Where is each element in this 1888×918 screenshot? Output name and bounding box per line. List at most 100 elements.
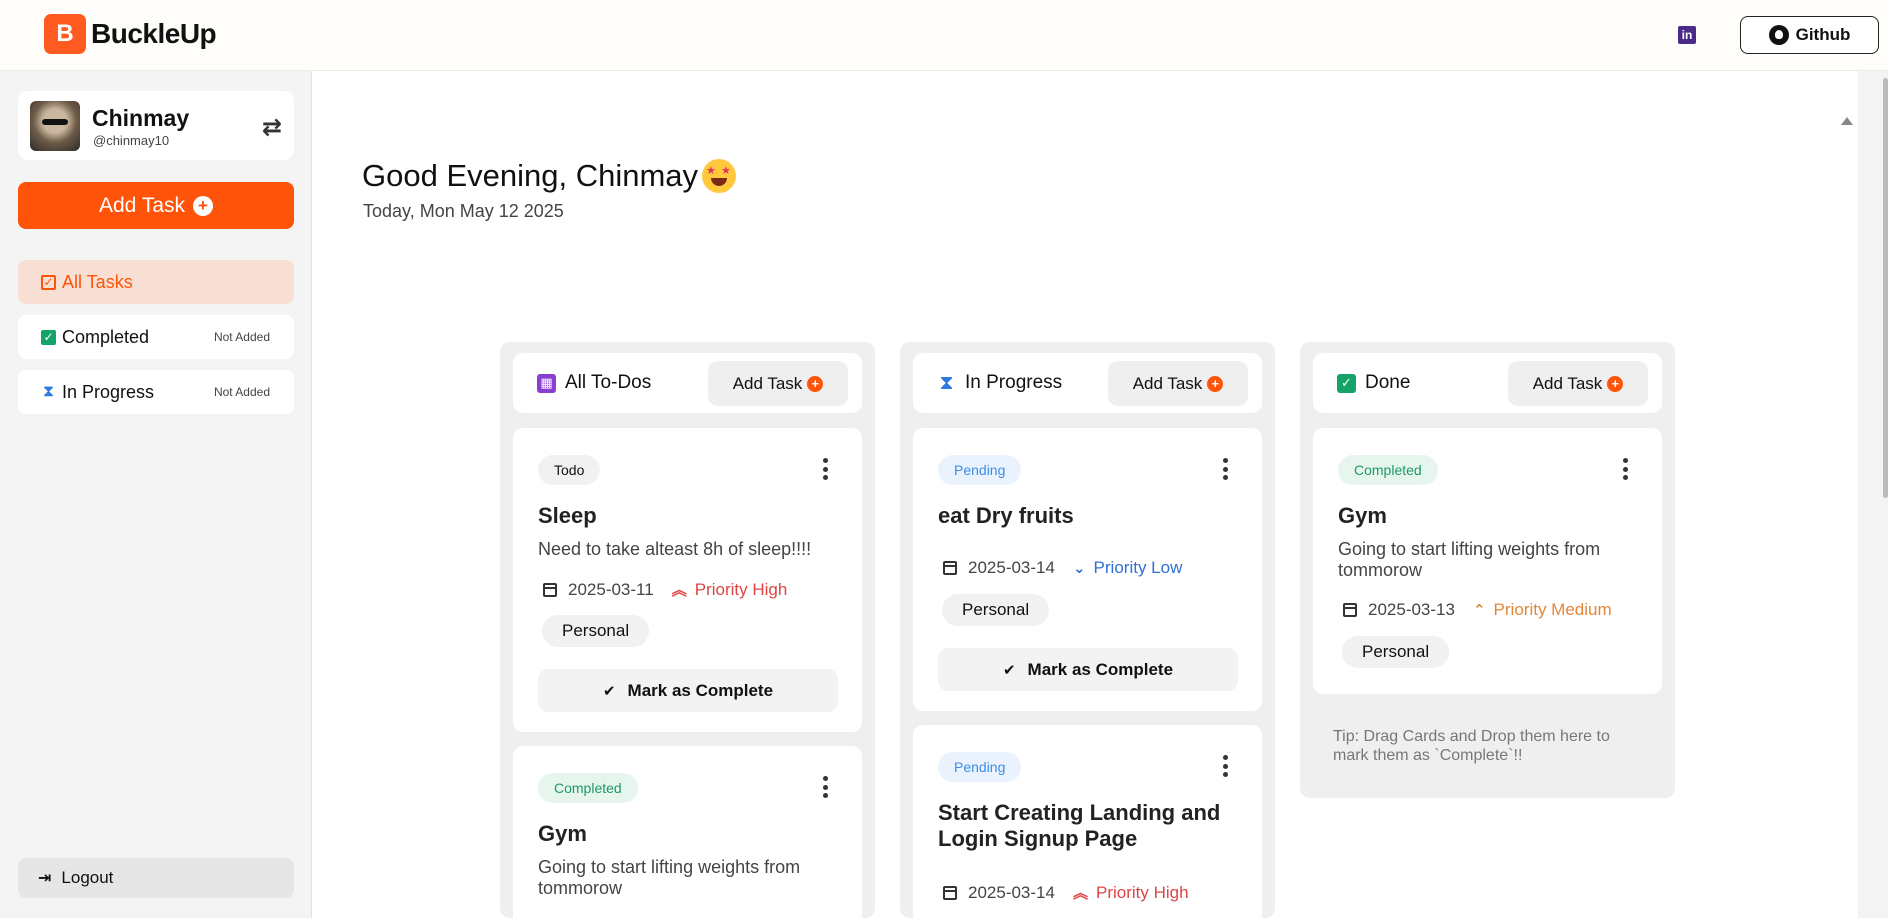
priority-indicator: ⌃ Priority Medium [1473, 600, 1612, 620]
chevron-down-icon: ⌄ [1072, 560, 1086, 577]
column-add-task-button[interactable]: Add Task + [1508, 361, 1648, 406]
github-button[interactable]: Github [1740, 16, 1879, 54]
column-title: ⧗ In Progress [937, 372, 1062, 394]
plus-circle-icon: + [1607, 375, 1624, 392]
task-card[interactable]: Completed Gym Going to start lifting wei… [1313, 428, 1662, 694]
hourglass-icon: ⧗ [939, 371, 954, 394]
mark-complete-label: Mark as Complete [627, 680, 774, 700]
sidebar: Chinmay @chinmay10 ⇄ Add Task + ✓ All Ta… [0, 71, 312, 918]
sidebar-item-label: In Progress [62, 381, 155, 402]
task-date: 2025-03-13 [1368, 600, 1455, 619]
calendar-icon [943, 561, 957, 575]
task-card[interactable]: Pending Start Creating Landing and Login… [913, 725, 1262, 918]
more-options-icon[interactable] [1222, 458, 1228, 480]
task-description: Going to start lifting weights from tomm… [538, 857, 801, 898]
column-header: ▦ All To-Dos Add Task + [513, 353, 862, 413]
swap-icon[interactable]: ⇄ [262, 113, 282, 142]
logo-mark: B [44, 14, 86, 54]
calendar-icon [1343, 603, 1357, 617]
double-check-icon: ✔ [1002, 661, 1016, 679]
task-meta: 2025-03-11 ︽ Priority High [543, 579, 787, 600]
task-card[interactable]: Todo Sleep Need to take alteast 8h of sl… [513, 428, 862, 732]
star-struck-emoji-icon [702, 159, 737, 193]
priority-label: Priority Medium [1493, 600, 1612, 619]
priority-label: Priority Low [1093, 558, 1183, 577]
task-meta: 2025-03-14 ︽ Priority High [943, 882, 1189, 903]
scrollbar-thumb[interactable] [1883, 78, 1888, 498]
add-task-label: Add Task [1132, 373, 1203, 393]
status-tag: Completed [538, 773, 638, 803]
task-title: Sleep [538, 503, 597, 528]
drop-tip: Tip: Drag Cards and Drop them here to ma… [1333, 728, 1610, 764]
plus-circle-icon: + [193, 195, 213, 216]
linkedin-icon[interactable]: in [1678, 26, 1696, 44]
priority-indicator: ︽ Priority High [1073, 882, 1189, 903]
plus-circle-icon: + [1207, 375, 1224, 392]
today-date: Today, Mon May 12 2025 [363, 201, 564, 221]
status-tag: Todo [538, 455, 601, 485]
task-meta: 2025-03-14 ⌄ Priority Low [943, 558, 1182, 578]
sidebar-item-label: Completed [62, 326, 150, 347]
column-header: ⧗ In Progress Add Task + [913, 353, 1262, 413]
github-label: Github [1795, 25, 1851, 44]
add-task-button[interactable]: Add Task + [18, 182, 294, 229]
top-bar: B BuckleUp in Github [0, 0, 1888, 71]
task-meta: 2025-03-13 ⌃ Priority Medium [1343, 600, 1612, 620]
plus-circle-icon: + [807, 375, 824, 392]
column-add-task-button[interactable]: Add Task + [1108, 361, 1248, 406]
chevron-up-icon: ⌃ [1472, 602, 1486, 619]
more-options-icon[interactable] [1622, 458, 1628, 480]
mark-complete-button[interactable]: ✔ Mark as Complete [538, 669, 838, 712]
sidebar-item-label: All Tasks [62, 271, 133, 292]
profile-card: Chinmay @chinmay10 ⇄ [18, 91, 294, 160]
task-date: 2025-03-14 [968, 558, 1055, 577]
more-options-icon[interactable] [1222, 755, 1228, 777]
status-tag: Pending [938, 752, 1022, 782]
greeting: Good Evening, Chinmay [362, 158, 737, 194]
priority-indicator: ︽ Priority High [672, 579, 788, 600]
github-icon [1768, 25, 1789, 45]
profile-name: Chinmay [92, 105, 190, 131]
column-title: ▦ All To-Dos [537, 372, 651, 394]
double-chevron-up-icon: ︽ [1072, 885, 1088, 902]
column-done: ✓ Done Add Task + Completed Gym Going to… [1300, 342, 1675, 798]
check-square-icon: ✓ [1337, 373, 1356, 393]
column-all-todos: ▦ All To-Dos Add Task + Todo Sleep Need … [500, 342, 875, 918]
task-card[interactable]: Completed Gym Going to start lifting wei… [513, 746, 862, 918]
calendar-icon [543, 582, 557, 597]
priority-indicator: ⌄ Priority Low [1073, 558, 1182, 578]
scroll-up-arrow-icon[interactable] [1841, 117, 1853, 125]
hourglass-icon: ⧗ [42, 383, 55, 400]
task-title: Gym [1338, 503, 1387, 528]
task-title: eat Dry fruits [938, 503, 1074, 528]
add-task-label: Add Task [99, 193, 185, 217]
logout-label: Logout [61, 868, 114, 887]
column-title-label: All To-Dos [565, 372, 652, 393]
logout-button[interactable]: ⇥ Logout [18, 858, 294, 898]
profile-handle: @chinmay10 [93, 133, 170, 148]
double-chevron-up-icon: ︽ [671, 582, 687, 599]
add-task-label: Add Task [1532, 373, 1603, 393]
more-options-icon[interactable] [822, 776, 828, 798]
column-in-progress: ⧗ In Progress Add Task + Pending eat Dry… [900, 342, 1275, 918]
double-check-icon: ✔ [602, 682, 616, 700]
column-add-task-button[interactable]: Add Task + [708, 361, 848, 406]
task-date: 2025-03-11 [568, 579, 654, 599]
column-title-label: In Progress [965, 372, 1063, 393]
task-description: Need to take alteast 8h of sleep!!!! [538, 539, 812, 559]
column-title: ✓ Done [1337, 372, 1410, 394]
column-title-label: Done [1365, 372, 1411, 393]
more-options-icon[interactable] [822, 458, 828, 480]
sidebar-item-in-progress[interactable]: ⧗ In Progress Not Added [18, 370, 294, 414]
calendar-icon: ▦ [537, 373, 556, 393]
app-logo[interactable]: B BuckleUp [44, 14, 217, 54]
status-badge: Not Added [213, 385, 270, 399]
task-description: Going to start lifting weights from tomm… [1338, 539, 1601, 580]
greeting-text: Good Evening, Chinmay [362, 158, 699, 193]
mark-complete-button[interactable]: ✔ Mark as Complete [938, 648, 1238, 691]
add-task-label: Add Task [732, 373, 803, 393]
task-card[interactable]: Pending eat Dry fruits 2025-03-14 ⌄ Prio… [913, 428, 1262, 711]
sidebar-item-all-tasks[interactable]: ✓ All Tasks [18, 260, 294, 304]
category-chip: Personal [1342, 636, 1450, 668]
sidebar-item-completed[interactable]: ✓ Completed Not Added [18, 315, 294, 359]
